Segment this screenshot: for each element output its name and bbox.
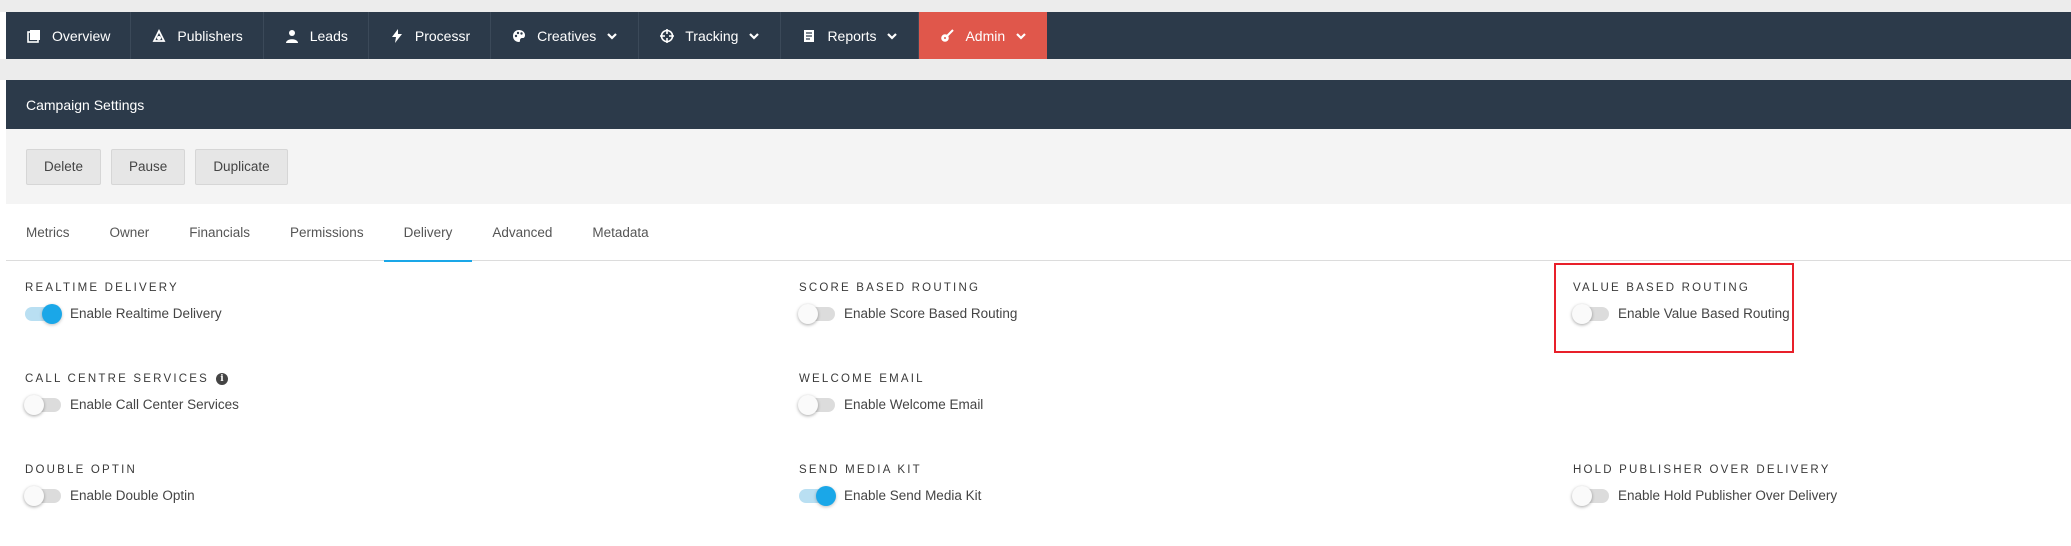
setting-heading: REALTIME DELIVERY xyxy=(25,282,179,294)
chevron-down-icon xyxy=(1015,30,1027,42)
nav-item-processr[interactable]: Processr xyxy=(369,12,492,59)
realtime-delivery-setting: REALTIME DELIVERY Enable Realtime Delive… xyxy=(25,282,222,324)
toggle-label: Enable Hold Publisher Over Delivery xyxy=(1618,488,1838,503)
user-icon xyxy=(284,28,300,44)
setting-heading: CALL CENTRE SERVICES xyxy=(25,373,209,385)
tab-delivery[interactable]: Delivery xyxy=(383,204,473,262)
setting-heading: HOLD PUBLISHER OVER DELIVERY xyxy=(1573,464,1831,476)
page-title: Campaign Settings xyxy=(26,96,145,113)
tab-advanced[interactable]: Advanced xyxy=(472,204,572,261)
nav-item-tracking[interactable]: Tracking xyxy=(639,12,782,59)
report-icon xyxy=(801,28,817,44)
score-based-routing-setting: SCORE BASED ROUTING Enable Score Based R… xyxy=(798,282,1018,324)
double-optin-toggle-row[interactable]: Enable Double Optin xyxy=(24,485,195,506)
toggle-knob xyxy=(798,303,818,324)
welcome-email-setting: WELCOME EMAIL Enable Welcome Email xyxy=(798,373,984,415)
hold-publisher-over-delivery-toggle[interactable] xyxy=(1572,485,1609,506)
toggle-label: Enable Double Optin xyxy=(70,488,195,503)
nav-item-label: Leads xyxy=(309,27,348,44)
toggle-label: Enable Realtime Delivery xyxy=(70,306,222,321)
setting-heading: WELCOME EMAIL xyxy=(799,373,925,385)
nav-item-label: Publishers xyxy=(177,27,243,44)
nav-item-reports[interactable]: Reports xyxy=(781,12,920,59)
realtime-delivery-toggle-row[interactable]: Enable Realtime Delivery xyxy=(25,303,222,324)
double-optin-toggle[interactable] xyxy=(24,485,61,506)
score-based-routing-toggle[interactable] xyxy=(798,303,835,324)
nav-item-creatives[interactable]: Creatives xyxy=(491,12,640,59)
double-optin-setting: DOUBLE OPTIN Enable Double Optin xyxy=(24,464,195,506)
main-nav: Overview Publishers Leads Processr Creat… xyxy=(6,12,2071,59)
setting-heading: DOUBLE OPTIN xyxy=(25,464,138,476)
nav-item-label: Overview xyxy=(52,27,111,44)
bolt-icon xyxy=(389,28,405,44)
welcome-email-toggle[interactable] xyxy=(798,394,835,415)
panel-header: Campaign Settings xyxy=(6,80,2071,129)
page-background xyxy=(0,59,2071,80)
setting-heading: SEND MEDIA KIT xyxy=(799,464,922,476)
toggle-knob xyxy=(24,485,44,506)
chevron-down-icon xyxy=(748,30,760,42)
tab-metrics[interactable]: Metrics xyxy=(6,204,90,261)
settings-tabs: Metrics Owner Financials Permissions Del… xyxy=(6,204,2071,262)
nav-item-label: Admin xyxy=(965,27,1006,44)
toggle-label: Enable Score Based Routing xyxy=(844,306,1018,321)
toggle-knob xyxy=(42,303,62,324)
palette-icon xyxy=(511,28,527,44)
top-strip xyxy=(0,0,2071,12)
pause-button[interactable]: Pause xyxy=(111,148,186,185)
call-centre-services-toggle-row[interactable]: Enable Call Center Services xyxy=(24,394,239,415)
realtime-delivery-toggle[interactable] xyxy=(25,303,62,324)
nav-item-overview[interactable]: Overview xyxy=(6,12,132,59)
call-centre-services-toggle[interactable] xyxy=(24,394,61,415)
hold-publisher-over-delivery-toggle-row[interactable]: Enable Hold Publisher Over Delivery xyxy=(1572,485,1838,506)
setting-heading: SCORE BASED ROUTING xyxy=(799,282,981,294)
tab-owner[interactable]: Owner xyxy=(90,204,170,261)
crosshair-icon xyxy=(659,28,675,44)
nav-item-label: Creatives xyxy=(537,27,597,44)
toggle-knob xyxy=(1572,485,1592,506)
toggle-knob xyxy=(816,485,836,506)
send-media-kit-setting: SEND MEDIA KIT Enable Send Media Kit xyxy=(799,464,982,506)
nav-item-label: Reports xyxy=(827,27,877,44)
publishers-icon xyxy=(151,28,167,44)
info-icon[interactable]: i xyxy=(215,373,228,385)
tab-metadata[interactable]: Metadata xyxy=(572,204,668,261)
score-based-routing-toggle-row[interactable]: Enable Score Based Routing xyxy=(798,303,1018,324)
toggle-label: Enable Send Media Kit xyxy=(844,488,982,503)
action-toolbar: Delete Pause Duplicate xyxy=(6,129,2071,204)
delete-button[interactable]: Delete xyxy=(26,148,102,185)
nav-item-leads[interactable]: Leads xyxy=(264,12,369,59)
setting-heading-wrap: CALL CENTRE SERVICES i xyxy=(25,373,239,385)
nav-item-publishers[interactable]: Publishers xyxy=(131,12,264,59)
hold-publisher-over-delivery-setting: HOLD PUBLISHER OVER DELIVERY Enable Hold… xyxy=(1572,464,1838,506)
highlight-box xyxy=(1554,263,1794,353)
guitar-icon xyxy=(939,28,955,44)
welcome-email-toggle-row[interactable]: Enable Welcome Email xyxy=(798,394,984,415)
tab-financials[interactable]: Financials xyxy=(169,204,270,261)
toggle-label: Enable Welcome Email xyxy=(844,397,984,412)
chevron-down-icon xyxy=(606,30,618,42)
overview-icon xyxy=(26,28,42,44)
send-media-kit-toggle[interactable] xyxy=(799,485,836,506)
chevron-down-icon xyxy=(886,30,898,42)
toggle-knob xyxy=(798,394,818,415)
toggle-label: Enable Call Center Services xyxy=(70,397,239,412)
tab-permissions[interactable]: Permissions xyxy=(270,204,384,261)
nav-item-label: Processr xyxy=(414,27,471,44)
nav-item-label: Tracking xyxy=(685,27,739,44)
duplicate-button[interactable]: Duplicate xyxy=(195,148,288,185)
toggle-knob xyxy=(24,394,44,415)
send-media-kit-toggle-row[interactable]: Enable Send Media Kit xyxy=(799,485,982,506)
call-centre-services-setting: CALL CENTRE SERVICES i Enable Call Cente… xyxy=(24,373,239,415)
nav-item-admin[interactable]: Admin xyxy=(919,12,1048,59)
